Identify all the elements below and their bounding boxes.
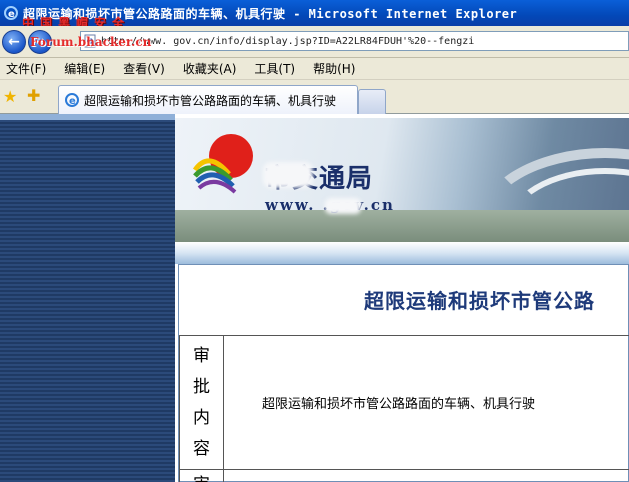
page-content: 市交通局 www. .gov.cn 超限运输和损坏市管公路 审批内容 超限运输和… xyxy=(0,114,629,482)
banner-ground xyxy=(175,210,629,242)
ie-icon: e xyxy=(4,6,18,20)
new-tab-button[interactable] xyxy=(358,89,386,114)
menu-help[interactable]: 帮助(H) xyxy=(313,60,355,77)
svg-text:e: e xyxy=(69,96,76,107)
redaction-blur xyxy=(325,198,361,214)
url-text: http://www. gov.cn/info/display.jsp?ID=A… xyxy=(101,35,475,47)
row-label: 审批内容 xyxy=(179,335,224,470)
banner-separator xyxy=(175,242,629,264)
left-decoration xyxy=(0,114,175,482)
row-value xyxy=(223,469,629,482)
tab-label: 超限运输和损坏市管公路路面的车辆、机具行驶 xyxy=(84,93,337,108)
menu-view[interactable]: 查看(V) xyxy=(123,60,165,77)
tab-current[interactable]: e 超限运输和损坏市管公路路面的车辆、机具行驶 xyxy=(58,85,358,114)
row-label-text: 审 xyxy=(193,475,210,482)
menu-bar: 文件(F) 编辑(E) 查看(V) 收藏夹(A) 工具(T) 帮助(H) xyxy=(0,58,629,80)
detail-panel: 超限运输和损坏市管公路 审批内容 超限运输和损坏市管公路路面的车辆、机具行驶 审 xyxy=(178,264,629,482)
bureau-logo xyxy=(192,134,253,194)
favorites-star-icon[interactable]: ★ xyxy=(3,87,17,106)
row-value: 超限运输和损坏市管公路路面的车辆、机具行驶 xyxy=(223,335,629,470)
table-row: 审 xyxy=(179,469,629,482)
page-title: 超限运输和损坏市管公路 xyxy=(364,289,595,313)
menu-edit[interactable]: 编辑(E) xyxy=(64,60,105,77)
table-row: 审批内容 超限运输和损坏市管公路路面的车辆、机具行驶 xyxy=(179,335,629,470)
add-favorite-icon[interactable]: ✚ xyxy=(27,86,40,105)
ie-page-icon: e xyxy=(65,93,79,107)
menu-file[interactable]: 文件(F) xyxy=(6,60,46,77)
svg-text:e: e xyxy=(8,9,15,20)
address-input[interactable]: http://www. gov.cn/info/display.jsp?ID=A… xyxy=(80,31,629,51)
back-button[interactable]: ← xyxy=(2,29,26,54)
tab-bar: ★ ✚ e 超限运输和损坏市管公路路面的车辆、机具行驶 xyxy=(0,80,629,114)
menu-favorites[interactable]: 收藏夹(A) xyxy=(183,60,237,77)
menu-tools[interactable]: 工具(T) xyxy=(254,60,295,77)
row-label-text: 审批内容 xyxy=(193,345,210,459)
info-table: 审批内容 超限运输和损坏市管公路路面的车辆、机具行驶 审 xyxy=(179,335,629,482)
site-banner: 市交通局 www. .gov.cn xyxy=(175,118,629,242)
redaction-blur xyxy=(263,162,313,188)
watermark-en: Forum.bhacker.cn xyxy=(30,35,152,49)
arrow-left-icon: ← xyxy=(8,33,20,50)
row-label: 审 xyxy=(179,469,224,482)
